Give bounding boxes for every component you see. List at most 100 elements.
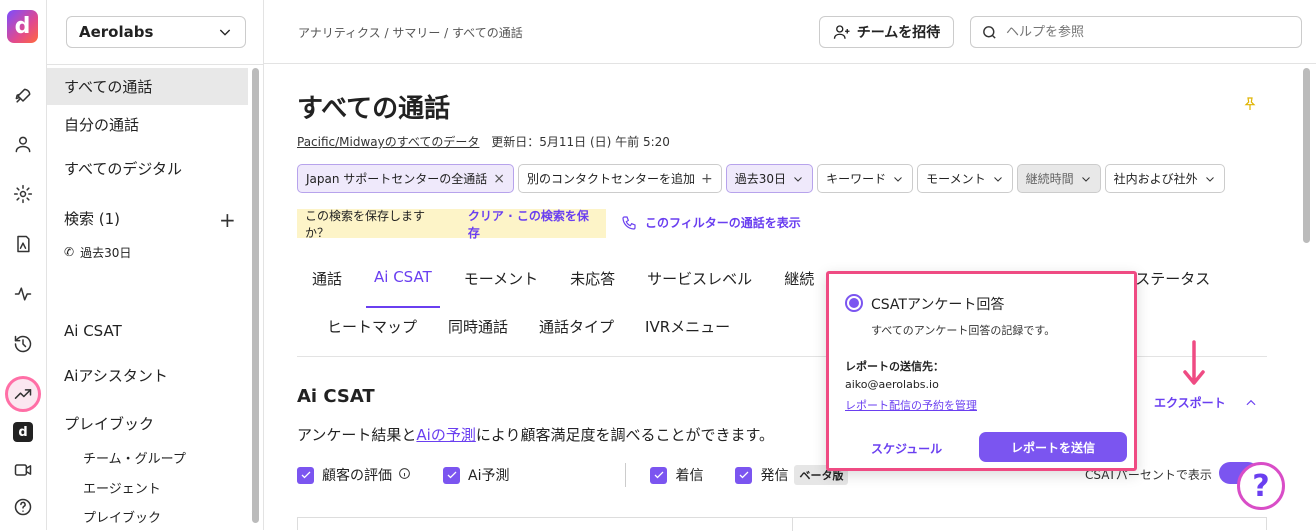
checkbox-inbound[interactable] bbox=[650, 466, 668, 484]
chevron-down-icon bbox=[219, 29, 231, 36]
tab-ivr-menu[interactable]: IVRメニュー bbox=[645, 316, 730, 337]
help-search-input[interactable] bbox=[1006, 24, 1286, 40]
chip-label: Japan サポートセンターの全通話 bbox=[306, 172, 488, 186]
schedule-button[interactable]: スケジュール bbox=[871, 440, 942, 457]
tab-heatmap[interactable]: ヒートマップ bbox=[327, 316, 417, 337]
check-label: Ai予測 bbox=[468, 468, 510, 484]
section-title: Ai CSAT bbox=[297, 386, 375, 407]
analytics-icon[interactable] bbox=[5, 376, 41, 412]
filter-chip-internal-external[interactable]: 社内および社外 bbox=[1104, 164, 1225, 193]
filter-chip-duration[interactable]: 継続時間 bbox=[1016, 164, 1101, 193]
save-search-links[interactable]: クリア · この検索を保存 bbox=[468, 207, 598, 241]
checkbox-ai-prediction[interactable] bbox=[443, 466, 460, 484]
sidebar-divider bbox=[47, 64, 263, 65]
tab-calls[interactable]: 通話 bbox=[312, 268, 342, 308]
csat-report-popover: CSATアンケート回答 すべてのアンケート回答の記録です。 レポートの送信先： … bbox=[826, 271, 1137, 471]
main-scrollbar[interactable] bbox=[1303, 68, 1310, 243]
pin-icon[interactable] bbox=[1242, 96, 1258, 112]
video-icon[interactable] bbox=[11, 458, 35, 482]
sidebar-item-ai-assistant[interactable]: Aiアシスタント bbox=[47, 357, 248, 394]
chip-label: 継続時間 bbox=[1025, 172, 1074, 186]
history-icon[interactable] bbox=[11, 332, 35, 356]
sidebar-item-saved-search[interactable]: ✆ 過去30日 bbox=[47, 240, 248, 264]
phone-icon: ✆ bbox=[64, 245, 75, 259]
tab-duration[interactable]: 継続 bbox=[784, 268, 814, 308]
phone-icon bbox=[622, 215, 636, 230]
timezone-link[interactable]: Pacific/Midwayのすべてのデータ bbox=[297, 135, 479, 149]
check-icon bbox=[301, 471, 310, 479]
save-prompt: この検索を保存しますか？ bbox=[305, 208, 426, 240]
csat-survey-radio[interactable] bbox=[845, 294, 863, 312]
workspace-selector[interactable]: Aerolabs bbox=[66, 16, 246, 48]
check-label: 発信 bbox=[760, 468, 789, 484]
sidebar: Aerolabs すべての通話 自分の通話 すべてのデジタル 検索 (1) + … bbox=[47, 0, 264, 530]
export-button[interactable]: エクスポート bbox=[1154, 394, 1258, 411]
playbook-icon[interactable] bbox=[11, 232, 35, 256]
manage-schedule-link[interactable]: レポート配信の予約を管理 bbox=[845, 397, 977, 413]
popover-subtitle: すべてのアンケート回答の記録です。 bbox=[871, 324, 1056, 337]
help-circle-icon[interactable] bbox=[11, 495, 35, 519]
tabs-row-2: ヒートマップ 同時通話 通話タイプ IVRメニュー bbox=[327, 316, 730, 337]
rocket-icon[interactable] bbox=[11, 84, 35, 108]
updated-text: 更新日：5月11日 (日) 午前 5:20 bbox=[491, 135, 670, 149]
filter-chip-date[interactable]: 過去30日 bbox=[725, 164, 814, 193]
dialpad-logo-icon[interactable]: d bbox=[13, 422, 33, 442]
invite-team-button[interactable]: チームを招待 bbox=[819, 16, 954, 48]
show-calls-label: このフィルターの通話を表示 bbox=[645, 216, 801, 230]
check-icon bbox=[447, 471, 456, 479]
tab-ai-csat[interactable]: Ai CSAT bbox=[366, 268, 440, 308]
gear-icon[interactable] bbox=[11, 182, 35, 206]
filter-chip-contact-center[interactable]: Japan サポートセンターの全通話 × bbox=[297, 164, 515, 193]
breadcrumb: アナリティクス / サマリー / すべての通話 bbox=[298, 26, 523, 40]
sidebar-item-agents[interactable]: エージェント bbox=[47, 476, 248, 498]
chevron-down-icon bbox=[1081, 176, 1090, 182]
add-search-button[interactable]: + bbox=[219, 208, 236, 232]
help-button[interactable]: ? bbox=[1237, 462, 1285, 510]
sidebar-item-playbook[interactable]: プレイブック bbox=[47, 405, 248, 442]
show-filter-calls-link[interactable]: このフィルターの通話を表示 bbox=[621, 214, 801, 231]
workspace-name: Aerolabs bbox=[79, 23, 154, 41]
tab-service-level[interactable]: サービスレベル bbox=[647, 268, 752, 308]
chip-label: 社内および社外 bbox=[1113, 172, 1198, 186]
filter-chip-moment[interactable]: モーメント bbox=[917, 164, 1013, 193]
sidebar-scrollbar[interactable] bbox=[252, 68, 259, 523]
tab-concurrent[interactable]: 同時通話 bbox=[448, 316, 508, 337]
main-content: アナリティクス / サマリー / すべての通話 チームを招待 すべての通話 Pa… bbox=[264, 0, 1316, 531]
app-logo[interactable]: d bbox=[7, 10, 38, 43]
chevron-down-icon bbox=[894, 176, 902, 182]
info-icon[interactable] bbox=[398, 467, 411, 484]
sidebar-item-all-calls[interactable]: すべての通話 bbox=[47, 68, 248, 105]
add-contact-center-chip[interactable]: 別のコンタクトセンターを追加 + bbox=[518, 164, 722, 193]
user-icon[interactable] bbox=[11, 132, 35, 156]
close-icon[interactable]: × bbox=[493, 171, 505, 187]
chevron-up-icon bbox=[1246, 399, 1256, 405]
plus-icon: + bbox=[701, 170, 713, 187]
desc-pre: アンケート結果と bbox=[297, 426, 417, 444]
export-label: エクスポート bbox=[1154, 396, 1226, 410]
filter-checkboxes: 顧客の評価 Ai予測 着信 発信 ベータ版 bbox=[297, 463, 849, 487]
sidebar-item-teams-groups[interactable]: チーム・グループ bbox=[47, 446, 248, 468]
sidebar-item-all-digital[interactable]: すべてのデジタル bbox=[47, 150, 248, 187]
ai-prediction-link[interactable]: Aiの予測 bbox=[416, 426, 475, 444]
sidebar-item-my-calls[interactable]: 自分の通話 bbox=[47, 106, 248, 143]
tab-unanswered[interactable]: 未応答 bbox=[570, 268, 615, 308]
send-report-button[interactable]: レポートを送信 bbox=[979, 432, 1127, 462]
check-icon bbox=[654, 471, 664, 479]
sidebar-item-search[interactable]: 検索 (1) bbox=[47, 200, 248, 237]
sidebar-item-playbook-sub[interactable]: プレイブック bbox=[47, 505, 248, 527]
activity-icon[interactable] bbox=[11, 282, 35, 306]
filter-chip-keyword[interactable]: キーワード bbox=[817, 164, 914, 193]
tab-call-type[interactable]: 通話タイプ bbox=[539, 316, 614, 337]
page-title: すべての通話 bbox=[297, 94, 451, 124]
help-search[interactable] bbox=[970, 16, 1302, 48]
checkbox-outbound[interactable] bbox=[735, 466, 753, 484]
sidebar-item-ai-csat[interactable]: Ai CSAT bbox=[47, 312, 248, 349]
recipient-label: レポートの送信先： bbox=[845, 360, 944, 373]
arrow-down-icon bbox=[1183, 340, 1205, 385]
results-table bbox=[297, 517, 1267, 531]
invite-label: チームを招待 bbox=[856, 25, 941, 41]
tab-moments[interactable]: モーメント bbox=[464, 268, 538, 308]
desc-post: により顧客満足度を調べることができます。 bbox=[475, 426, 775, 444]
checkbox-customer-rating[interactable] bbox=[297, 466, 314, 484]
checkbox-divider bbox=[625, 463, 627, 487]
